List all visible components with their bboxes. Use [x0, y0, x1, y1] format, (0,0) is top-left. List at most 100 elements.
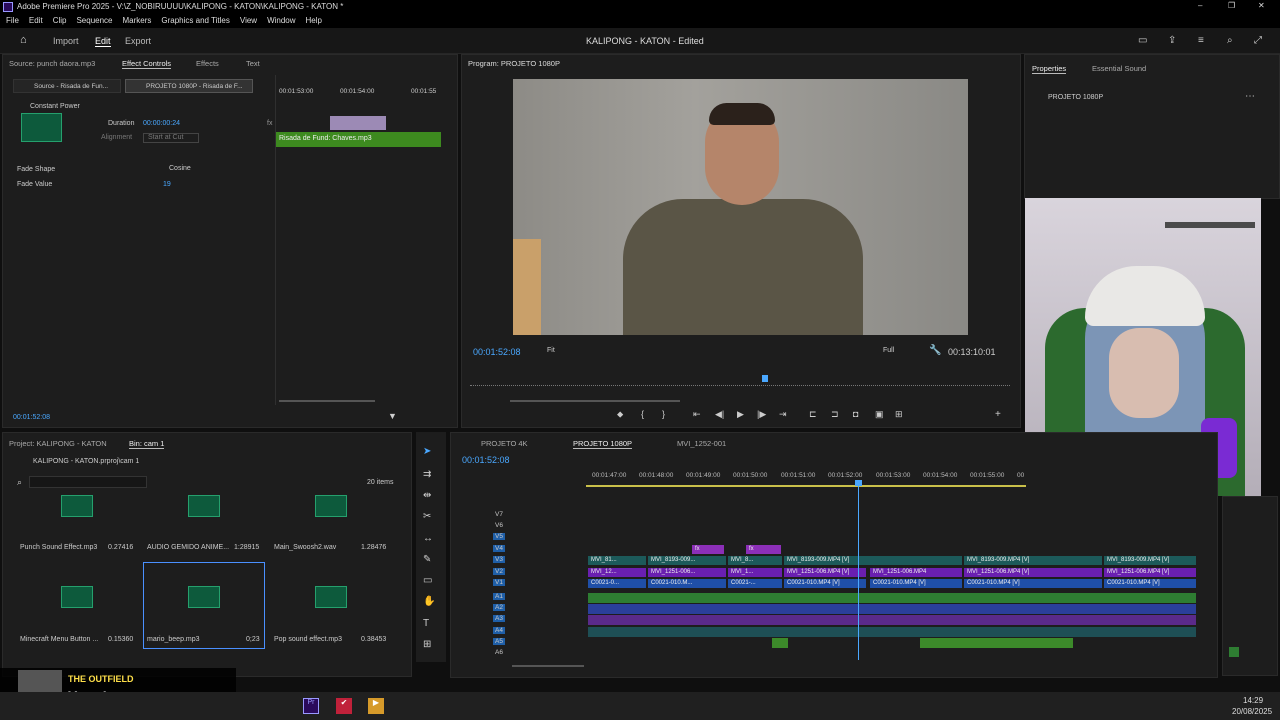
menu-markers[interactable]: Markers	[123, 14, 152, 28]
duration-value[interactable]: 00:00:00:24	[143, 120, 180, 127]
v1-clip[interactable]: C0021-010.MP4 [V]	[870, 579, 962, 588]
razor-tool-icon[interactable]: ✂	[423, 511, 431, 522]
caption-tool-icon[interactable]: ⊞	[423, 639, 431, 650]
ec-timecode[interactable]: 00:01:52:08	[13, 414, 50, 421]
menu-view[interactable]: View	[240, 14, 257, 28]
bin-item-thumb[interactable]	[188, 586, 220, 608]
track-v7[interactable]: V7	[452, 511, 586, 522]
v3-clip[interactable]: MVI_8193-009.MP4 [V]	[1104, 556, 1196, 565]
tab-bin[interactable]: Bin: cam 1	[129, 439, 165, 449]
fit-select[interactable]: Fit	[544, 347, 586, 359]
menu-window[interactable]: Window	[267, 14, 295, 28]
timeline-scroll[interactable]	[512, 665, 584, 667]
fullscreen-icon[interactable]: ⤢	[1254, 35, 1262, 46]
v3-clip[interactable]: MVI_8193-009...	[648, 556, 726, 565]
v2-clip[interactable]: MVI_1...	[728, 568, 782, 577]
v2-clip[interactable]: MVI_1251-006...	[648, 568, 726, 577]
v1-clip[interactable]: C0021-...	[728, 579, 782, 588]
v1-clip[interactable]: C0021-010.MP4 [V]	[784, 579, 866, 588]
rectangle-tool-icon[interactable]: ▭	[423, 575, 432, 586]
slip-tool-icon[interactable]: ↔	[423, 533, 433, 544]
type-tool-icon[interactable]: T	[423, 618, 429, 629]
menu-edit[interactable]: Edit	[29, 14, 43, 28]
track-a1[interactable]: A1	[452, 593, 586, 604]
source-subtab[interactable]: Source - Risada de Fun...	[13, 79, 121, 93]
program-ruler[interactable]	[470, 381, 1010, 386]
bin-item-name[interactable]: mario_beep.mp3	[147, 636, 200, 643]
work-area-bar[interactable]	[586, 485, 1026, 487]
menu-icon[interactable]: ≡	[1198, 35, 1204, 46]
tab-projeto-4k[interactable]: PROJETO 4K	[481, 439, 528, 448]
ripple-edit-icon[interactable]: ⇹	[423, 490, 431, 501]
track-a2[interactable]: A2	[452, 604, 586, 615]
fade-shape-select[interactable]: Cosine	[165, 165, 215, 175]
more-icon[interactable]: ⋯	[1245, 91, 1255, 102]
v1-clip[interactable]: C0021-010.MP4 [V]	[1104, 579, 1196, 588]
v3-clip[interactable]: MVI_81...	[588, 556, 646, 565]
program-timecode[interactable]: 00:01:52:08	[473, 347, 521, 357]
menu-help[interactable]: Help	[306, 14, 322, 28]
bin-item-name[interactable]: Pop sound effect.mp3	[274, 636, 342, 643]
track-select-icon[interactable]: ⇉	[423, 469, 431, 480]
tab-project[interactable]: Project: KALIPONG - KATON	[9, 439, 107, 448]
extract-icon[interactable]: ⊐	[831, 409, 839, 420]
v4-fx-clip[interactable]: fx	[692, 545, 724, 554]
program-playhead[interactable]	[762, 375, 768, 382]
a1-audio-clip[interactable]	[588, 593, 1196, 603]
fade-value[interactable]: 19	[163, 181, 171, 188]
multicam-icon[interactable]: ⊞	[895, 409, 903, 420]
bin-item-name[interactable]: AUDIO GEMIDO ANIME...	[147, 544, 229, 551]
video-frame[interactable]	[513, 79, 968, 335]
track-a5[interactable]: A5	[452, 638, 586, 649]
track-v2[interactable]: V2	[452, 568, 586, 579]
mark-out-icon[interactable]: }	[662, 409, 665, 419]
bin-item-thumb[interactable]	[188, 495, 220, 517]
track-v5[interactable]: V5	[452, 533, 586, 544]
bin-item-name[interactable]: Punch Sound Effect.mp3	[20, 544, 97, 551]
export-frame-icon[interactable]: ◘	[853, 409, 858, 419]
go-to-in-icon[interactable]: ⇤	[693, 409, 701, 420]
tab-program[interactable]: Program: PROJETO 1080P	[468, 59, 560, 68]
panel-layout-icon[interactable]: ▭	[1138, 35, 1147, 46]
tab-edit[interactable]: Edit	[95, 36, 111, 47]
tab-properties[interactable]: Properties	[1032, 64, 1067, 74]
track-a6[interactable]: A6	[452, 649, 586, 660]
alignment-select[interactable]: Start at Cut	[143, 133, 199, 143]
timeline-timecode[interactable]: 00:01:52:08	[462, 455, 510, 465]
audio-clip-bar[interactable]: Risada de Fund: Chaves.mp3	[276, 132, 441, 147]
app-taskbar-icon[interactable]: ▶	[368, 698, 384, 714]
v3-clip[interactable]: MVI_8193-009.MP4 [V]	[784, 556, 962, 565]
tab-mvi-1252[interactable]: MVI_1252-001	[677, 439, 726, 448]
ec-zoom-slider[interactable]	[279, 400, 375, 402]
v2-clip[interactable]: MVI_1251-006.MP4 [V]	[964, 568, 1102, 577]
v2-clip[interactable]: MVI_12...	[588, 568, 646, 577]
bin-item-thumb[interactable]	[315, 495, 347, 517]
bin-item-thumb[interactable]	[61, 586, 93, 608]
premiere-taskbar-icon[interactable]: Pr	[303, 698, 319, 714]
tab-essential-sound[interactable]: Essential Sound	[1092, 64, 1146, 73]
track-v6[interactable]: V6	[452, 522, 586, 533]
wrench-icon[interactable]: 🔧	[929, 345, 941, 356]
fx-icon[interactable]: fx	[267, 120, 272, 127]
tab-import[interactable]: Import	[53, 36, 79, 46]
v2-clip[interactable]: MVI_1251-006.MP4 [V]	[784, 568, 866, 577]
v1-clip[interactable]: C0021-0...	[588, 579, 646, 588]
menu-sequence[interactable]: Sequence	[76, 14, 112, 28]
v3-clip[interactable]: MVI_8193-009.MP4 [V]	[964, 556, 1102, 565]
add-marker-icon[interactable]: ⬥	[617, 409, 623, 420]
selection-tool-icon[interactable]: ➤	[423, 446, 431, 457]
timeline-playhead[interactable]	[858, 482, 859, 660]
app-taskbar-icon[interactable]: ✔	[336, 698, 352, 714]
quality-select[interactable]: Full	[880, 347, 918, 359]
v1-clip[interactable]: C0021-010.MP4 [V]	[964, 579, 1102, 588]
step-back-icon[interactable]: ◀|	[715, 409, 724, 420]
program-zoom-bar[interactable]	[510, 400, 680, 402]
menu-graphics[interactable]: Graphics and Titles	[161, 14, 229, 28]
a3-audio-clip[interactable]	[588, 615, 1196, 625]
playhead-handle[interactable]	[855, 480, 862, 486]
track-v4[interactable]: V4	[452, 545, 586, 556]
tab-source[interactable]: Source: punch daora.mp3	[9, 59, 95, 68]
sequence-subtab[interactable]: PROJETO 1080P - Risada de F...	[125, 79, 253, 93]
play-icon[interactable]: ▶	[737, 409, 744, 420]
track-v3[interactable]: V3	[452, 556, 586, 567]
